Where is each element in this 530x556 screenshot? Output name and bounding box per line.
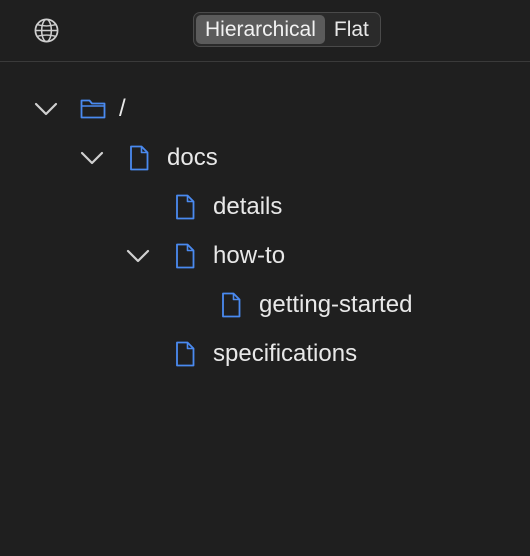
tree-item-how-to[interactable]: how-to (0, 236, 530, 276)
tree-item-details[interactable]: details (0, 187, 530, 227)
toolbar: Hierarchical Flat (0, 0, 530, 62)
tree-item-docs[interactable]: docs (0, 138, 530, 178)
chevron-down-icon[interactable] (125, 243, 151, 269)
tree-item-label: how-to (213, 242, 286, 269)
hierarchical-view-button[interactable]: Hierarchical (196, 15, 325, 44)
tree-item-label: / (119, 95, 126, 122)
tree-item-specifications[interactable]: specifications (0, 334, 530, 374)
document-icon (176, 243, 195, 269)
document-icon (176, 341, 195, 367)
tree-item-root[interactable]: / (0, 89, 530, 129)
document-icon (222, 292, 241, 318)
tree-item-label: docs (167, 144, 218, 171)
tree-item-label: getting-started (259, 291, 413, 318)
view-mode-control: Hierarchical Flat (193, 12, 381, 47)
tree-item-getting-started[interactable]: getting-started (0, 285, 530, 325)
document-icon (130, 145, 149, 171)
document-icon (176, 194, 195, 220)
tree-item-label: specifications (213, 340, 358, 367)
chevron-down-icon[interactable] (79, 145, 105, 171)
folder-icon (80, 99, 106, 119)
tree-item-label: details (213, 193, 283, 220)
globe-icon[interactable] (33, 17, 60, 44)
chevron-down-icon[interactable] (33, 96, 59, 122)
flat-view-button[interactable]: Flat (325, 15, 378, 44)
